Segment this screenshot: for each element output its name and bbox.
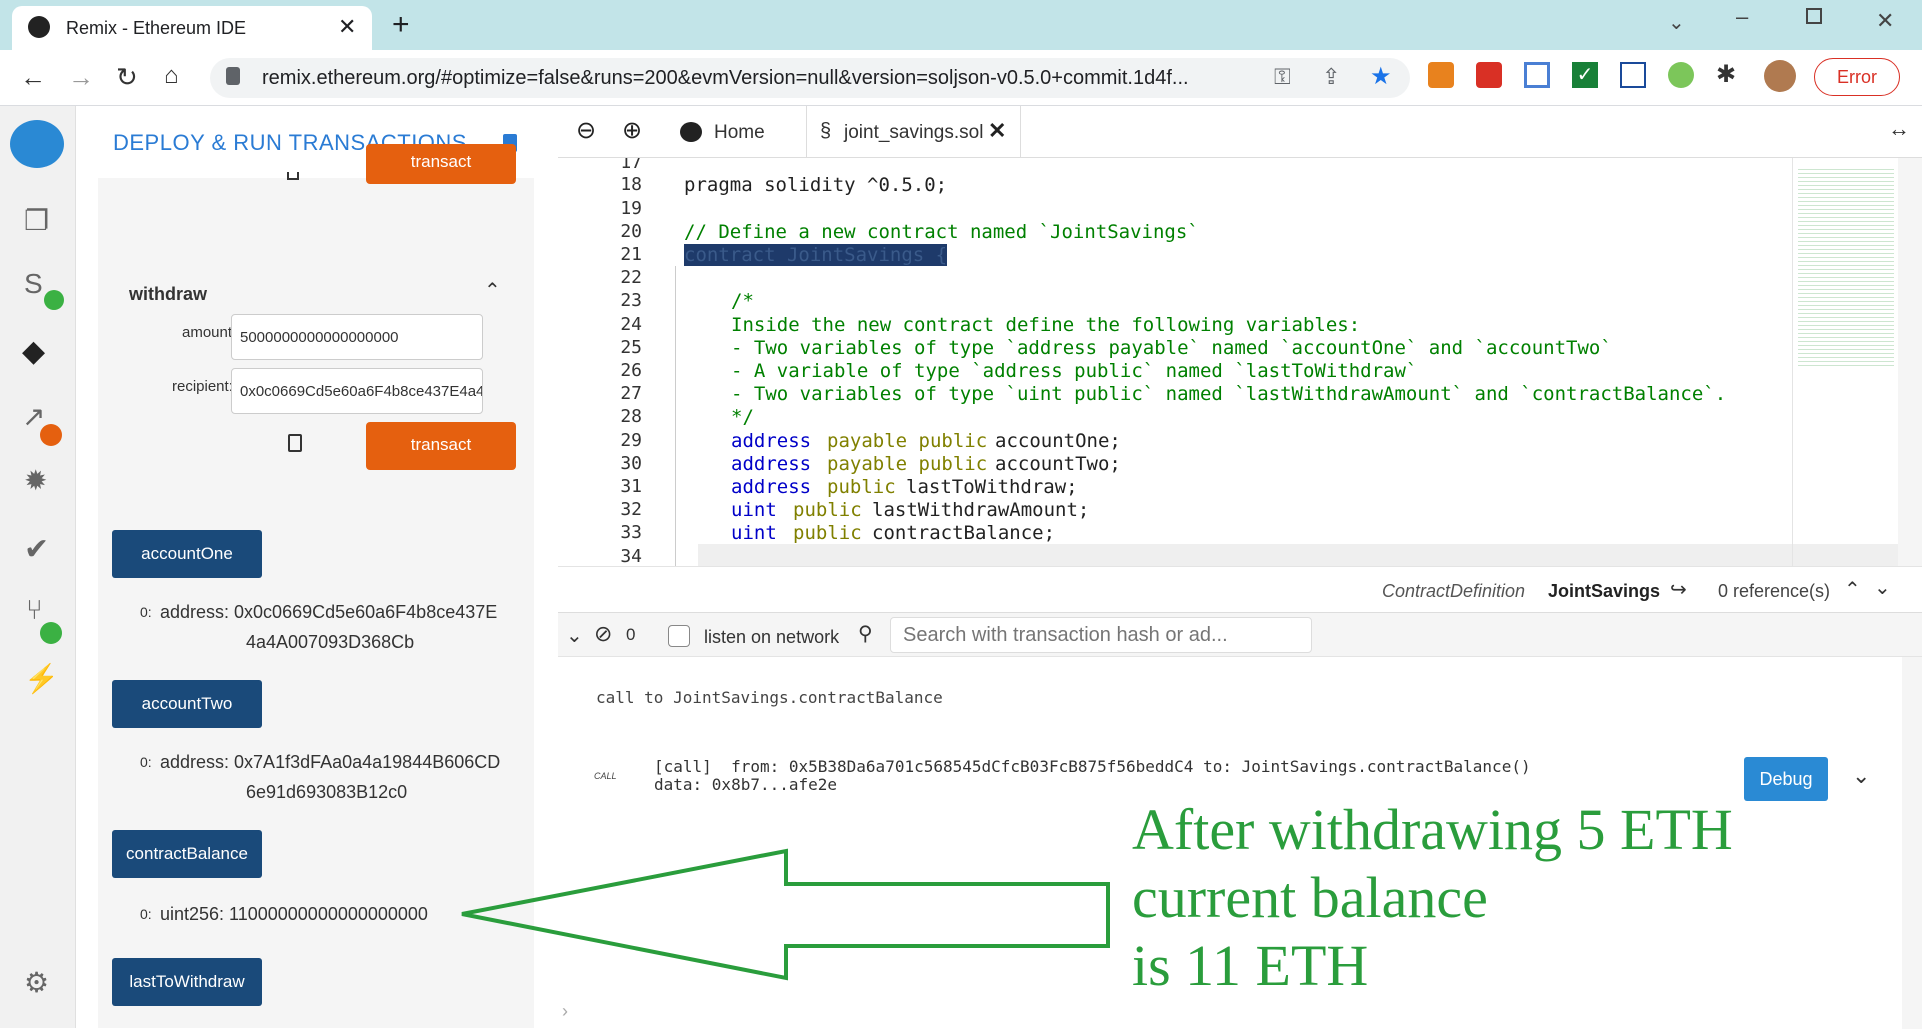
annotation-text: After withdrawing 5 ETH current balance … xyxy=(1132,796,1733,1000)
green-arrow-shape xyxy=(461,848,1110,981)
annotation-line-3: is 11 ETH xyxy=(1132,933,1369,998)
annotation-line-2: current balance xyxy=(1132,865,1488,930)
annotation-line-1: After withdrawing 5 ETH xyxy=(1132,797,1733,862)
